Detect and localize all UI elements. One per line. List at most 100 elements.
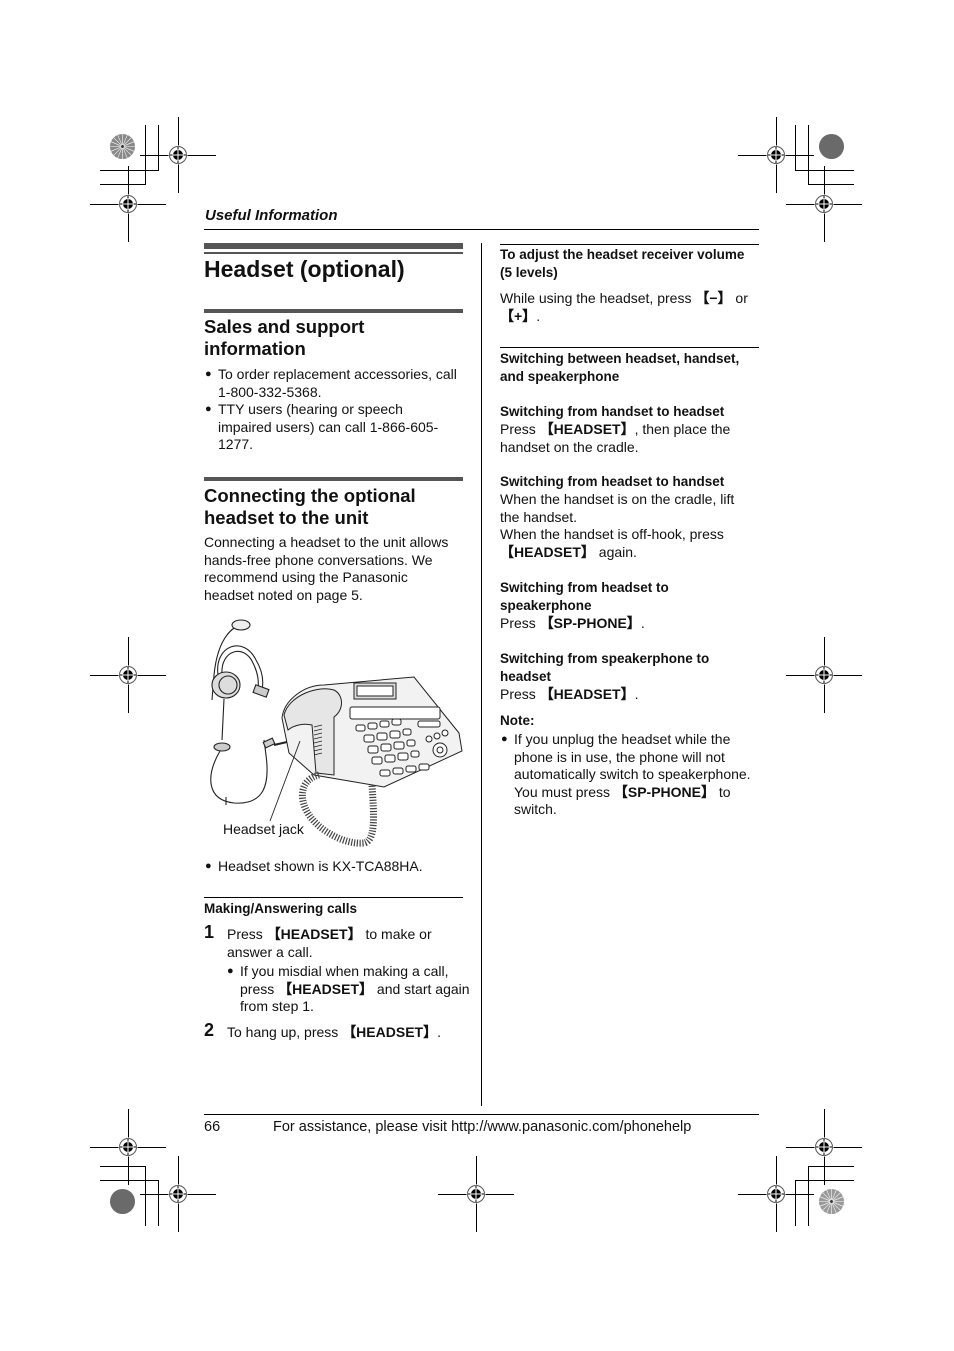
text: Press xyxy=(500,421,540,437)
headset-key: 【HEADSET】 xyxy=(539,421,635,437)
crosshair-target-icon xyxy=(466,1184,486,1204)
text: to make or xyxy=(361,926,432,942)
page-title: Headset (optional) xyxy=(204,256,405,282)
crosshair-target-icon xyxy=(118,194,138,214)
body-line: When the handset is off-hook, press xyxy=(500,526,724,542)
headset-key: 【HEADSET】 xyxy=(266,926,362,942)
header-rule xyxy=(204,229,759,230)
bullet-icon: ● xyxy=(205,368,212,380)
connecting-heading-line: Connecting the optional xyxy=(204,485,416,506)
list-item: ● To order replacement accessories, call… xyxy=(204,366,469,401)
switch-speakerphone-to-headset: Switching from speakerphone to headset P… xyxy=(500,650,760,704)
bullet-text: You must press 【SP-PHONE】 to xyxy=(514,784,765,802)
sales-heading: Sales and support information xyxy=(204,316,464,360)
crosshair-target-icon xyxy=(118,665,138,685)
bullet-text: from step 1. xyxy=(240,998,314,1014)
text: . xyxy=(634,686,639,702)
bullet-text: press 【HEADSET】 and start again xyxy=(240,981,471,999)
volume-down-key: 【−】 xyxy=(695,290,732,306)
text: . xyxy=(437,1024,441,1040)
title-bar-thick xyxy=(204,243,463,249)
step-2: To hang up, press 【HEADSET】. xyxy=(227,1024,467,1042)
section-rule xyxy=(500,244,759,245)
section-bar xyxy=(204,309,463,313)
list-item: ● Headset shown is KX-TCA88HA. xyxy=(204,858,469,876)
text: , then place the xyxy=(634,421,731,437)
body-line: Connecting a headset to the unit allows xyxy=(204,534,449,550)
heading-line: (5 levels) xyxy=(500,265,558,280)
connecting-heading: Connecting the optional headset to the u… xyxy=(204,485,464,529)
headset-phone-illustration xyxy=(204,615,466,850)
subsection-title: Switching from speakerphone to xyxy=(500,651,710,666)
bullet-text: 1277. xyxy=(218,436,254,452)
text: press xyxy=(240,980,279,997)
gray-density-disc-icon xyxy=(109,1188,136,1215)
crop-mark xyxy=(158,1180,159,1226)
body-line: 【HEADSET】 again. xyxy=(500,544,760,562)
note-bullets: ● If you unplug the headset while the ph… xyxy=(500,731,765,819)
crop-mark xyxy=(100,184,146,185)
bullet-text: impaired users) can call 1-866-605- xyxy=(218,418,439,435)
bullet-text: automatically switch to speakerphone. xyxy=(514,766,751,782)
headset-key: 【HEADSET】 xyxy=(500,543,595,560)
body-line: handset on the cradle. xyxy=(500,438,639,455)
bullet-text: If you unplug the headset while the xyxy=(514,731,731,747)
text: Press xyxy=(227,926,267,942)
step-number: 1 xyxy=(204,922,215,942)
figure-label: Headset jack xyxy=(223,821,304,837)
step-text: answer a call. xyxy=(227,943,313,960)
crosshair-target-icon xyxy=(814,194,834,214)
headset-key: 【HEADSET】 xyxy=(539,686,635,702)
section-rule xyxy=(500,347,759,348)
footer-help-text: For assistance, please visit http://www.… xyxy=(273,1119,692,1135)
body-line: recommend using the Panasonic xyxy=(204,569,408,585)
bullet-icon: ● xyxy=(227,965,234,977)
body-line: headset noted on page 5. xyxy=(204,586,363,603)
switch-headset-to-speakerphone: Switching from headset to speakerphone P… xyxy=(500,579,760,633)
crop-mark xyxy=(100,170,159,171)
crosshair-target-icon xyxy=(766,145,786,165)
text: again. xyxy=(594,543,637,560)
text: . xyxy=(536,307,541,324)
list-item: ● If you misdial when making a call, pre… xyxy=(226,963,471,1016)
connecting-body: Connecting a headset to the unit allows … xyxy=(204,534,469,604)
crop-mark xyxy=(808,184,854,185)
text: Press xyxy=(500,686,540,702)
body-line: Press 【SP-PHONE】. xyxy=(500,615,760,633)
switch-handset-to-headset: Switching from handset to headset Press … xyxy=(500,403,760,456)
subsection-title: Switching from headset to xyxy=(500,580,669,595)
title-bar-thin xyxy=(204,252,463,254)
body-line: the handset. xyxy=(500,508,578,525)
bullet-text: Headset shown is KX-TCA88HA. xyxy=(218,858,423,874)
making-calls-heading: Making/Answering calls xyxy=(204,901,358,916)
bullet-text: TTY users (hearing or speech xyxy=(218,401,403,417)
color-calibration-wheel-icon xyxy=(109,133,136,160)
body-line: While using the headset, press 【−】 or xyxy=(500,290,760,308)
body-line: hands-free phone conversations. We xyxy=(204,551,433,568)
heading-line: and speakerphone xyxy=(500,369,620,384)
footer-rule xyxy=(204,1114,759,1115)
bullet-icon: ● xyxy=(501,733,508,745)
crosshair-target-icon xyxy=(168,1184,188,1204)
step-number: 2 xyxy=(204,1020,215,1040)
body-line: When the handset is on the cradle, lift xyxy=(500,491,735,507)
column-divider xyxy=(481,243,482,1106)
headset-key: 【HEADSET】 xyxy=(278,980,374,997)
text: . xyxy=(640,615,645,631)
text: You must press xyxy=(514,783,614,800)
bullet-icon: ● xyxy=(205,403,212,415)
page-number: 66 xyxy=(204,1119,221,1135)
sales-heading-line: Sales and support xyxy=(204,316,365,337)
heading-line: Switching between headset, handset, xyxy=(500,351,740,366)
volume-heading: To adjust the headset receiver volume (5… xyxy=(500,246,760,282)
body-line: Press 【HEADSET】, then place the xyxy=(500,421,760,439)
crop-mark xyxy=(808,1166,854,1167)
bullet-text: To order replacement accessories, call xyxy=(218,366,457,382)
crop-mark xyxy=(100,1166,146,1167)
text: While using the headset, press xyxy=(500,290,696,306)
crop-mark xyxy=(145,1166,146,1226)
crop-mark xyxy=(808,1166,809,1226)
crop-mark xyxy=(795,1180,796,1226)
note-heading: Note: xyxy=(500,713,535,728)
body-line: Press 【HEADSET】. xyxy=(500,686,760,704)
